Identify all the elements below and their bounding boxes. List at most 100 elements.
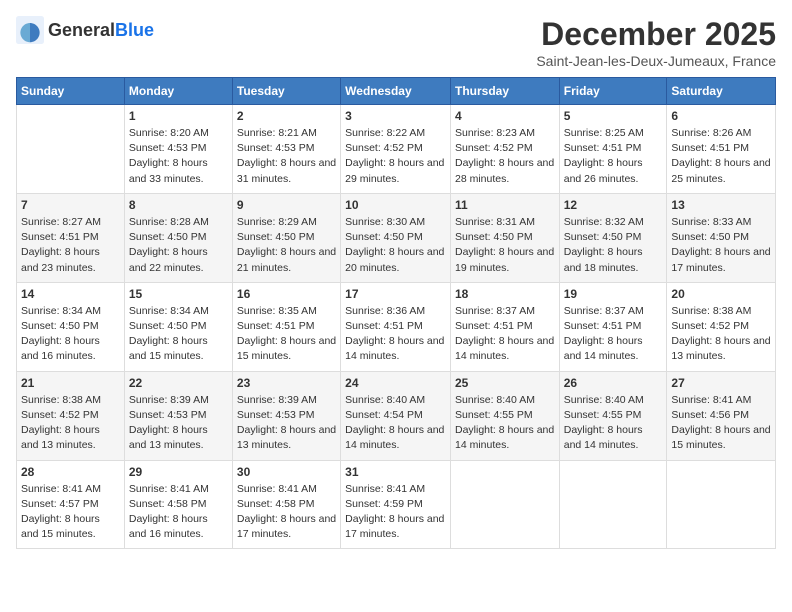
day-info: Sunrise: 8:28 AM Sunset: 4:50 PM Dayligh… (129, 215, 228, 276)
day-info: Sunrise: 8:30 AM Sunset: 4:50 PM Dayligh… (345, 215, 446, 276)
day-number: 22 (129, 376, 228, 390)
calendar-week-row: 14Sunrise: 8:34 AM Sunset: 4:50 PM Dayli… (17, 282, 776, 371)
calendar-cell: 20 Sunrise: 8:38 AM Sunset: 4:52 PM Dayli… (667, 282, 776, 371)
day-info: Sunrise: 8:39 AM Sunset: 4:53 PM Dayligh… (237, 393, 336, 454)
day-info: Sunrise: 8:40 AM Sunset: 4:55 PM Dayligh… (564, 393, 663, 454)
calendar-cell: 5 Sunrise: 8:25 AM Sunset: 4:51 PM Daylig… (559, 105, 667, 194)
day-info: Sunrise: 8:37 AM Sunset: 4:51 PM Dayligh… (455, 304, 555, 365)
day-info: Sunrise: 8:41 AM Sunset: 4:57 PM Dayligh… (21, 482, 120, 543)
calendar-cell: 8 Sunrise: 8:28 AM Sunset: 4:50 PM Daylig… (124, 193, 232, 282)
day-info: Sunrise: 8:31 AM Sunset: 4:50 PM Dayligh… (455, 215, 555, 276)
day-number: 24 (345, 376, 446, 390)
col-monday: Monday (124, 78, 232, 105)
day-number: 31 (345, 465, 446, 479)
day-number: 9 (237, 198, 336, 212)
month-title: December 2025 (536, 16, 776, 53)
day-info: Sunrise: 8:32 AM Sunset: 4:50 PM Dayligh… (564, 215, 663, 276)
day-number: 21 (21, 376, 120, 390)
day-number: 10 (345, 198, 446, 212)
calendar-cell (450, 460, 559, 549)
day-info: Sunrise: 8:41 AM Sunset: 4:58 PM Dayligh… (129, 482, 228, 543)
day-number: 23 (237, 376, 336, 390)
calendar-cell: 16 Sunrise: 8:35 AM Sunset: 4:51 PM Dayli… (232, 282, 340, 371)
calendar-cell: 9 Sunrise: 8:29 AM Sunset: 4:50 PM Daylig… (232, 193, 340, 282)
calendar-cell: 11 Sunrise: 8:31 AM Sunset: 4:50 PM Dayli… (450, 193, 559, 282)
day-info: Sunrise: 8:25 AM Sunset: 4:51 PM Dayligh… (564, 126, 663, 187)
day-number: 19 (564, 287, 663, 301)
day-number: 3 (345, 109, 446, 123)
col-friday: Friday (559, 78, 667, 105)
calendar-cell: 17 Sunrise: 8:36 AM Sunset: 4:51 PM Dayli… (341, 282, 451, 371)
logo-icon (16, 16, 44, 44)
calendar-cell: 22 Sunrise: 8:39 AM Sunset: 4:53 PM Dayli… (124, 371, 232, 460)
logo-general: General (48, 20, 115, 40)
day-number: 17 (345, 287, 446, 301)
day-info: Sunrise: 8:41 AM Sunset: 4:56 PM Dayligh… (671, 393, 771, 454)
calendar-cell: 3Sunrise: 8:22 AM Sunset: 4:52 PM Daylig… (341, 105, 451, 194)
calendar-cell: 18 Sunrise: 8:37 AM Sunset: 4:51 PM Dayli… (450, 282, 559, 371)
day-number: 2 (237, 109, 336, 123)
calendar-week-row: 21Sunrise: 8:38 AM Sunset: 4:52 PM Dayli… (17, 371, 776, 460)
calendar-cell: 28 Sunrise: 8:41 AM Sunset: 4:57 PM Dayli… (17, 460, 125, 549)
day-number: 18 (455, 287, 555, 301)
day-number: 5 (564, 109, 663, 123)
calendar-cell: 1 Sunrise: 8:20 AM Sunset: 4:53 PM Daylig… (124, 105, 232, 194)
calendar-table: Sunday Monday Tuesday Wednesday Thursday… (16, 77, 776, 549)
day-number: 7 (21, 198, 120, 212)
calendar-week-row: 7Sunrise: 8:27 AM Sunset: 4:51 PM Daylig… (17, 193, 776, 282)
day-number: 26 (564, 376, 663, 390)
day-info: Sunrise: 8:34 AM Sunset: 4:50 PM Dayligh… (129, 304, 228, 365)
col-thursday: Thursday (450, 78, 559, 105)
day-number: 16 (237, 287, 336, 301)
day-number: 20 (671, 287, 771, 301)
day-info: Sunrise: 8:33 AM Sunset: 4:50 PM Dayligh… (671, 215, 771, 276)
day-number: 29 (129, 465, 228, 479)
day-info: Sunrise: 8:36 AM Sunset: 4:51 PM Dayligh… (345, 304, 446, 365)
calendar-body: 1 Sunrise: 8:20 AM Sunset: 4:53 PM Daylig… (17, 105, 776, 549)
calendar-cell: 24Sunrise: 8:40 AM Sunset: 4:54 PM Dayli… (341, 371, 451, 460)
day-number: 30 (237, 465, 336, 479)
col-wednesday: Wednesday (341, 78, 451, 105)
calendar-cell: 2 Sunrise: 8:21 AM Sunset: 4:53 PM Daylig… (232, 105, 340, 194)
calendar-cell: 29 Sunrise: 8:41 AM Sunset: 4:58 PM Dayli… (124, 460, 232, 549)
col-tuesday: Tuesday (232, 78, 340, 105)
day-info: Sunrise: 8:20 AM Sunset: 4:53 PM Dayligh… (129, 126, 228, 187)
day-info: Sunrise: 8:38 AM Sunset: 4:52 PM Dayligh… (671, 304, 771, 365)
day-number: 6 (671, 109, 771, 123)
calendar-cell: 12 Sunrise: 8:32 AM Sunset: 4:50 PM Dayli… (559, 193, 667, 282)
day-info: Sunrise: 8:29 AM Sunset: 4:50 PM Dayligh… (237, 215, 336, 276)
calendar-cell: 31 Sunrise: 8:41 AM Sunset: 4:59 PM Dayli… (341, 460, 451, 549)
day-info: Sunrise: 8:35 AM Sunset: 4:51 PM Dayligh… (237, 304, 336, 365)
day-info: Sunrise: 8:37 AM Sunset: 4:51 PM Dayligh… (564, 304, 663, 365)
day-number: 8 (129, 198, 228, 212)
calendar-cell: 27Sunrise: 8:41 AM Sunset: 4:56 PM Dayli… (667, 371, 776, 460)
col-sunday: Sunday (17, 78, 125, 105)
day-info: Sunrise: 8:39 AM Sunset: 4:53 PM Dayligh… (129, 393, 228, 454)
calendar-cell: 23 Sunrise: 8:39 AM Sunset: 4:53 PM Dayli… (232, 371, 340, 460)
day-number: 12 (564, 198, 663, 212)
day-info: Sunrise: 8:41 AM Sunset: 4:59 PM Dayligh… (345, 482, 446, 543)
calendar-cell: 30Sunrise: 8:41 AM Sunset: 4:58 PM Dayli… (232, 460, 340, 549)
day-info: Sunrise: 8:23 AM Sunset: 4:52 PM Dayligh… (455, 126, 555, 187)
day-number: 11 (455, 198, 555, 212)
calendar-cell: 15 Sunrise: 8:34 AM Sunset: 4:50 PM Dayli… (124, 282, 232, 371)
calendar-cell: 6Sunrise: 8:26 AM Sunset: 4:51 PM Daylig… (667, 105, 776, 194)
day-number: 15 (129, 287, 228, 301)
logo-text: GeneralBlue (48, 20, 154, 41)
day-number: 13 (671, 198, 771, 212)
day-number: 25 (455, 376, 555, 390)
calendar-cell: 14Sunrise: 8:34 AM Sunset: 4:50 PM Dayli… (17, 282, 125, 371)
calendar-cell: 21Sunrise: 8:38 AM Sunset: 4:52 PM Dayli… (17, 371, 125, 460)
days-of-week-row: Sunday Monday Tuesday Wednesday Thursday… (17, 78, 776, 105)
calendar-header: Sunday Monday Tuesday Wednesday Thursday… (17, 78, 776, 105)
calendar-cell: 26 Sunrise: 8:40 AM Sunset: 4:55 PM Dayli… (559, 371, 667, 460)
day-info: Sunrise: 8:21 AM Sunset: 4:53 PM Dayligh… (237, 126, 336, 187)
day-number: 4 (455, 109, 555, 123)
day-number: 1 (129, 109, 228, 123)
logo-blue: Blue (115, 20, 154, 40)
calendar-cell (667, 460, 776, 549)
calendar-week-row: 1 Sunrise: 8:20 AM Sunset: 4:53 PM Daylig… (17, 105, 776, 194)
calendar-cell (559, 460, 667, 549)
calendar-cell: 4 Sunrise: 8:23 AM Sunset: 4:52 PM Daylig… (450, 105, 559, 194)
day-number: 28 (21, 465, 120, 479)
